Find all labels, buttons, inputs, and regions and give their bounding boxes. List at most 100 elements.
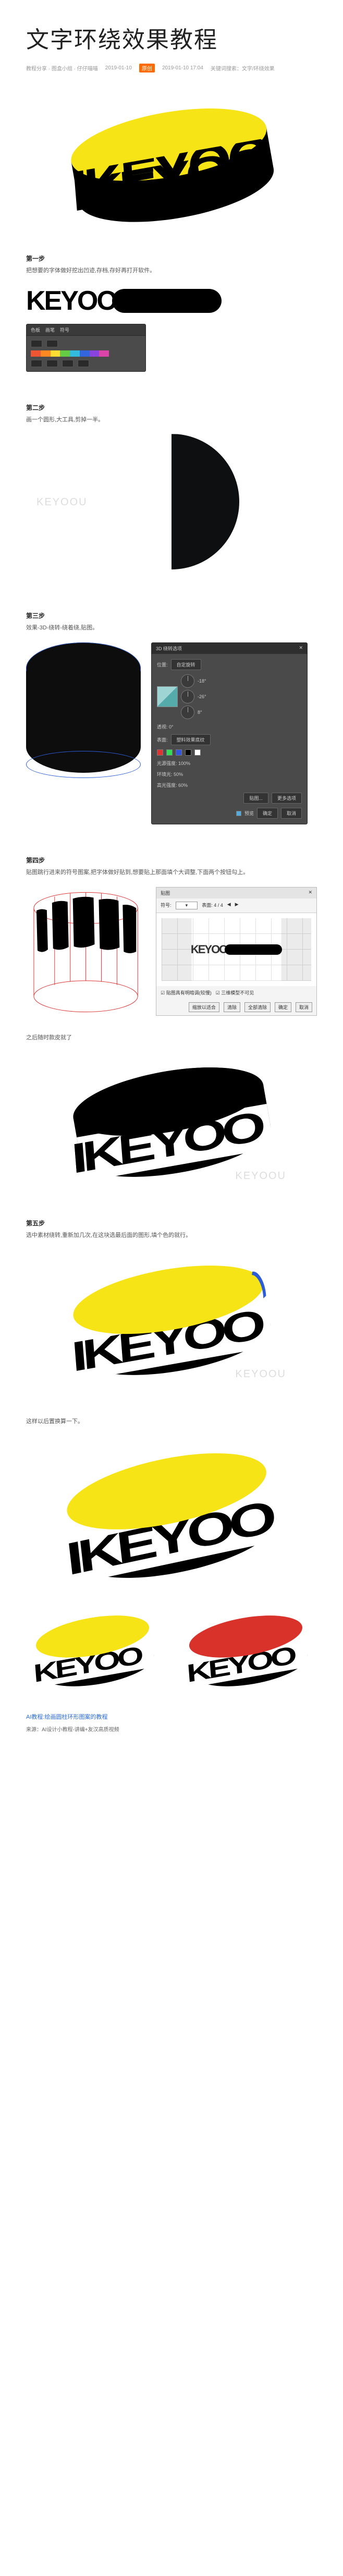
step-desc: 效果-3D-绕转-绕着绕,贴图。 (26, 623, 317, 633)
final-section: 这样以后置换算一下。 IKEYOO KEYOO (26, 1417, 317, 1733)
symbol-slot[interactable] (31, 340, 42, 347)
next-surface-icon[interactable]: ▶ (235, 902, 239, 909)
step2-figure: KEYOOU (26, 434, 317, 580)
step-label: 第三步 (26, 611, 317, 620)
map-art-button[interactable]: 贴图... (243, 793, 268, 804)
step-1: 第一步 把想要的字体做好挖出凹迹,存档,存好再打开软件。 KEYOO 色板 画笔… (26, 254, 317, 372)
angle-dial[interactable] (181, 706, 194, 719)
origin-badge: 原创 (139, 64, 155, 72)
pos-dropdown[interactable]: 自定旋转 (171, 659, 201, 670)
trash-icon[interactable] (78, 360, 89, 367)
page-title: 文字环绕效果教程 (26, 21, 317, 54)
key-bar-shape (112, 289, 222, 313)
meta-bar: 教程分享 · 图盒小组 · 仔仔喵喵 2019-01-10 原创 2019-01… (26, 64, 317, 72)
half-circle-shape (104, 434, 239, 569)
key-text-artwork: KEYOO (26, 285, 317, 317)
color-swatches[interactable] (31, 350, 109, 357)
ok-button[interactable]: 确定 (257, 808, 278, 819)
clear-all-button[interactable]: 全部清除 (244, 1002, 271, 1012)
step-label: 第四步 (26, 856, 317, 865)
perspective-label: 透视: 0° (157, 723, 174, 730)
step-4: 第四步 贴图跳行进来的符号图案,把字体做好贴到,想要贴上那面填个大调整,下面两个… (26, 856, 317, 1187)
step-desc: 把想要的字体做好挖出凹迹,存档,存好再打开软件。 (26, 266, 317, 276)
step-label: 第一步 (26, 254, 317, 263)
pair-ring-red: KEYOO (180, 1603, 316, 1697)
orientation-cube[interactable] (157, 686, 178, 707)
mapped-symbol-text: KEYOO (191, 943, 227, 956)
color-swatch[interactable] (194, 749, 201, 756)
step-5: 第五步 选中素材绕转,重新加几次,在这块选最后面的图形,填个色的就行。 KEYO… (26, 1219, 317, 1386)
panel-icon[interactable] (62, 360, 74, 367)
step-2: 第二步 画一个圆形,大工具,剪掉一半。 KEYOOU (26, 403, 317, 580)
watermark: KEYOOU (235, 1368, 286, 1380)
step-note: 这样以后置换算一下。 (26, 1417, 317, 1427)
pos-label: 位置: (157, 661, 168, 668)
map-panel-title: 贴图 (161, 890, 170, 896)
surface-dropdown[interactable]: 塑料效果底纹 (171, 734, 211, 745)
angle-z: 8° (198, 710, 202, 715)
key-text: KEYOO (26, 285, 116, 317)
final-pair: KEYOO KEYOO (26, 1603, 317, 1697)
pair-ring-yellow: KEYOO (27, 1603, 163, 1697)
step4-figure: 贴图 ✕ 符号: ▾ 表面: 4 / 4 ◀ ▶ KEYOO (26, 887, 317, 1017)
symbols-panel[interactable]: 色板 画笔 符号 (26, 324, 146, 372)
surface-nav-label: 表面: 4 / 4 (202, 902, 223, 909)
related-link[interactable]: AI教程:绘画圆柱环形图案的教程 (26, 1712, 317, 1721)
panel-icon[interactable] (31, 360, 42, 367)
panel-title: 3D 绕转选项 (156, 645, 182, 652)
map-art-panel[interactable]: 贴图 ✕ 符号: ▾ 表面: 4 / 4 ◀ ▶ KEYOO (156, 887, 317, 1016)
watermark: KEYOOU (36, 496, 88, 508)
panel-icon[interactable] (46, 360, 58, 367)
step3-figure: KEYOOU 3D 绕转选项 ✕ 位置: 自定旋转 -18° (26, 642, 317, 824)
step-label: 第二步 (26, 403, 317, 412)
ambient-label: 环境光: 50% (157, 771, 183, 777)
prev-surface-icon[interactable]: ◀ (227, 902, 231, 909)
watermark: KEYOOU (235, 1170, 286, 1182)
color-swatch[interactable] (185, 749, 191, 756)
cylinder-preview (26, 642, 141, 773)
angle-dial[interactable] (181, 690, 194, 703)
color-swatch[interactable] (166, 749, 173, 756)
preview-checkbox[interactable]: 预览 (236, 810, 254, 817)
angle-y: -26° (198, 694, 206, 699)
cancel-button[interactable]: 取消 (296, 1002, 312, 1012)
close-icon[interactable]: ✕ (299, 645, 303, 652)
final-large-ring: IKEYOO (52, 1436, 291, 1593)
surface-label: 表面: (157, 736, 168, 743)
clear-button[interactable]: 清除 (224, 1002, 240, 1012)
revolve-options-panel[interactable]: 3D 绕转选项 ✕ 位置: 自定旋转 -18° -26° 8° (151, 642, 308, 824)
shade-checkbox[interactable]: ☑ 贴图具有明暗调(较慢) (161, 989, 212, 996)
wireframe-cylinder (26, 887, 145, 1017)
mapped-symbol-bar (225, 944, 282, 955)
step-3: 第三步 效果-3D-绕转-绕着绕,贴图。 KEYOOU 3D 绕转选项 ✕ 位置… (26, 611, 317, 824)
panel-tab[interactable]: 画笔 (45, 326, 55, 333)
map-canvas[interactable]: KEYOO (156, 913, 316, 986)
meta-right: 关键词搜索：文字/环绕效果 (211, 64, 275, 72)
panel-tab[interactable]: 符号 (60, 326, 69, 333)
source-text: 来源：AI设计小教程-讲编+友汉高质视频 (26, 1725, 317, 1733)
scale-fit-button[interactable]: 缩放以适合 (189, 1002, 219, 1012)
panel-tab[interactable]: 色板 (31, 326, 40, 333)
step-desc: 画一个圆形,大工具,剪掉一半。 (26, 415, 317, 425)
more-options-button[interactable]: 更多选项 (272, 793, 302, 804)
angle-x: -18° (198, 678, 206, 684)
symbol-dropdown[interactable]: ▾ (176, 902, 198, 909)
symbol-slot[interactable] (46, 340, 58, 347)
step-note: 之后随时款皮就了 (26, 1033, 317, 1043)
highlight-label: 高光强度: 60% (157, 782, 188, 788)
cancel-button[interactable]: 取消 (281, 808, 302, 819)
meta-date: 2019-01-10 (105, 65, 132, 71)
color-swatch[interactable] (176, 749, 182, 756)
step-desc: 选中素材绕转,重新加几次,在这块选最后面的图形,填个色的就行。 (26, 1231, 317, 1241)
angle-dial[interactable] (181, 674, 194, 688)
meta-source: 教程分享 · 图盒小组 · 仔仔喵喵 (26, 64, 98, 72)
symbol-label: 符号: (161, 902, 172, 909)
close-icon[interactable]: ✕ (308, 890, 312, 896)
light-label: 光源强度: 100% (157, 760, 190, 767)
hero-figure: IKEYOO IKEYOO IKEYOO (46, 87, 297, 233)
step-label: 第五步 (26, 1219, 317, 1228)
meta-time: 2019-01-10 17:04 (162, 65, 203, 71)
ok-button[interactable]: 确定 (275, 1002, 291, 1012)
color-swatch[interactable] (157, 749, 163, 756)
invisible-geometry-checkbox[interactable]: ☑ 三维模型不可见 (216, 989, 254, 996)
